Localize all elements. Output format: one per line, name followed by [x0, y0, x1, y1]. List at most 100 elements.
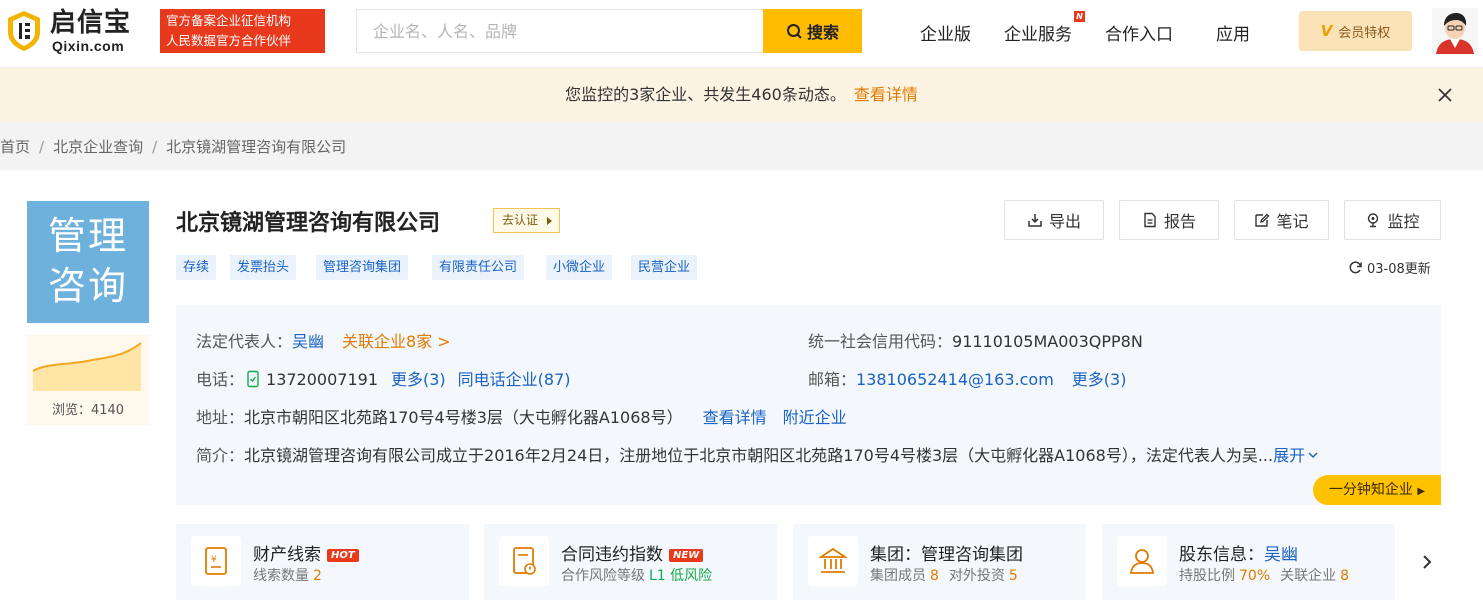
nearby-companies-link[interactable]: 附近企业 [783, 408, 847, 427]
report-icon [1144, 212, 1156, 228]
cards-next-button[interactable] [1410, 524, 1443, 600]
card-shareholder[interactable]: 股东信息：吴幽 持股比例 70% 关联企业 8 [1102, 524, 1395, 600]
contract-icon [499, 536, 549, 586]
breadcrumb: 首页 / 北京企业查询 / 北京镜湖管理咨询有限公司 [0, 136, 346, 157]
investments-label: 对外投资 [948, 568, 1005, 584]
group-members-value: 8 [930, 568, 939, 584]
phone-more-link[interactable]: 更多(3) [391, 370, 446, 389]
credit-code-label: 统一社会信用代码： [808, 332, 953, 351]
banner-view-details-link[interactable]: 查看详情 [854, 85, 918, 104]
card-subtitle: 合作风险等级 L1 低风险 [561, 565, 712, 585]
breadcrumb-separator: / [152, 138, 158, 156]
card-title-text: 合同违约指数 [561, 545, 663, 565]
gov-badge-line2: 人民数据官方合作伙伴 [166, 33, 292, 48]
quick-overview-button[interactable]: 一分钟知企业 ▶ [1313, 475, 1441, 505]
shareholder-prefix: 股东信息： [1179, 545, 1264, 565]
top-header: 启信宝 Qixin.com 官方备案企业征信机构 人民数据官方合作伙伴 搜索 企… [0, 0, 1483, 68]
investments-value: 5 [1008, 568, 1018, 584]
risk-level-label: 合作风险等级 [561, 568, 645, 584]
vip-label: 会员特权 [1338, 25, 1391, 41]
nav-apps[interactable]: 应用 [1216, 20, 1250, 45]
same-phone-companies-link[interactable]: 同电话企业(87) [458, 370, 571, 389]
related-companies-link[interactable]: 关联企业8家 > [342, 332, 451, 351]
tag-invoice-title[interactable]: 发票抬头 [230, 255, 297, 280]
email-link[interactable]: 13810652414@163.com [856, 370, 1054, 389]
bank-icon [808, 536, 858, 586]
nav-partner-entry[interactable]: 合作入口 [1105, 20, 1173, 45]
legal-rep-name-link[interactable]: 吴幽 [292, 332, 324, 351]
new-badge: NEW [669, 549, 704, 562]
nav-enterprise-edition[interactable]: 企业版 [920, 20, 971, 45]
tag-ownership[interactable]: 民营企业 [631, 255, 698, 280]
new-badge: N [1074, 11, 1085, 22]
search-button-label: 搜索 [806, 23, 839, 42]
search-button[interactable]: 搜索 [763, 9, 862, 53]
intro-row: 简介：北京镜湖管理咨询有限公司成立于2016年2月24日，注册地位于北京市朝阳区… [196, 442, 1426, 466]
export-button[interactable]: 导出 [1004, 200, 1104, 240]
company-name: 北京镜湖管理咨询有限公司 [176, 211, 441, 236]
card-title: 集团：管理咨询集团 [870, 545, 1023, 565]
report-button[interactable]: 报告 [1119, 200, 1219, 240]
logo-domain: Qixin.com [52, 38, 125, 54]
monitor-button[interactable]: 监控 [1344, 200, 1441, 240]
site-logo[interactable]: 启信宝 Qixin.com [6, 8, 144, 54]
card-title: 股东信息：吴幽 [1179, 540, 1298, 565]
breadcrumb-separator: / [39, 138, 45, 156]
gov-badge[interactable]: 官方备案企业征信机构 人民数据官方合作伙伴 [160, 9, 325, 53]
update-date: 03-08更新 [1367, 262, 1431, 277]
email-label: 邮箱： [808, 370, 857, 389]
search-box [356, 9, 763, 53]
logo-shield-icon [8, 11, 40, 51]
address-details-link[interactable]: 查看详情 [703, 408, 767, 427]
legal-rep-row: 法定代表人：吴幽 关联企业8家 > [196, 328, 451, 352]
report-label: 报告 [1163, 212, 1196, 231]
card-subtitle: 线索数量 2 [253, 565, 322, 585]
credit-code-value: 91110105MA003QPP8N [952, 332, 1143, 351]
card-title: 合同违约指数 NEW [561, 540, 704, 565]
card-contract-breach-index[interactable]: 合同违约指数 NEW 合作风险等级 L1 低风险 [484, 524, 777, 600]
nav-enterprise-service[interactable]: 企业服务 [1004, 20, 1072, 45]
close-icon[interactable] [1434, 84, 1456, 106]
property-clue-icon: ¥ [191, 536, 241, 586]
edit-icon [1255, 213, 1270, 227]
intro-label: 简介： [196, 446, 245, 465]
certify-button[interactable]: 去认证 [493, 208, 560, 233]
company-logo-line1: 管理 [47, 214, 128, 258]
card-property-clues[interactable]: ¥ 财产线索 HOT 线索数量 2 [176, 524, 469, 600]
breadcrumb-beijing-query[interactable]: 北京企业查询 [53, 138, 143, 156]
search-input[interactable] [357, 10, 763, 52]
tag-group[interactable]: 管理咨询集团 [316, 255, 409, 280]
clue-count-value: 2 [313, 568, 322, 584]
logo-text: 启信宝 [50, 8, 132, 38]
search-icon [786, 23, 802, 39]
banner-text: 您监控的3家企业、共发生460条动态。 [565, 85, 846, 104]
notes-button[interactable]: 笔记 [1234, 200, 1329, 240]
monitor-banner: 您监控的3家企业、共发生460条动态。 查看详情 [0, 68, 1483, 122]
address-row: 地址：北京市朝阳区北苑路170号4号楼3层（大屯孵化器A1068号） 查看详情 附近… [196, 404, 847, 428]
card-group[interactable]: 集团：管理咨询集团 集团成员 8 对外投资 5 [793, 524, 1086, 600]
refresh-icon [1349, 261, 1362, 274]
svg-text:¥: ¥ [211, 555, 217, 565]
breadcrumb-home[interactable]: 首页 [0, 138, 30, 156]
tag-company-type[interactable]: 有限责任公司 [432, 255, 525, 280]
email-row: 邮箱：13810652414@163.com 更多(3) [808, 366, 1126, 390]
chevron-down-icon [1308, 452, 1318, 459]
tag-scale[interactable]: 小微企业 [546, 255, 613, 280]
user-avatar[interactable] [1432, 8, 1478, 54]
related-label: 关联企业 [1280, 568, 1337, 584]
phone-value: 13720007191 [266, 370, 378, 389]
shareholder-name-link[interactable]: 吴幽 [1264, 545, 1298, 565]
card-subtitle: 集团成员 8 对外投资 5 [870, 565, 1018, 585]
email-more-link[interactable]: 更多(3) [1072, 370, 1127, 389]
gov-badge-line1: 官方备案企业征信机构 [166, 13, 292, 28]
views-panel: 浏览：4140 [27, 335, 149, 425]
tag-status[interactable]: 存续 [176, 255, 217, 280]
update-refresh[interactable]: 03-08更新 [1348, 258, 1431, 277]
clue-count-label: 线索数量 [253, 568, 309, 584]
phone-label: 电话： [196, 370, 245, 389]
card-title-text: 财产线索 [253, 545, 321, 565]
vip-button[interactable]: V 会员特权 [1299, 11, 1412, 51]
expand-link[interactable]: 展开 [1273, 446, 1319, 465]
group-members-label: 集团成员 [870, 568, 926, 584]
phone-row: 电话： 13720007191 更多(3) 同电话企业(87) [196, 366, 571, 390]
